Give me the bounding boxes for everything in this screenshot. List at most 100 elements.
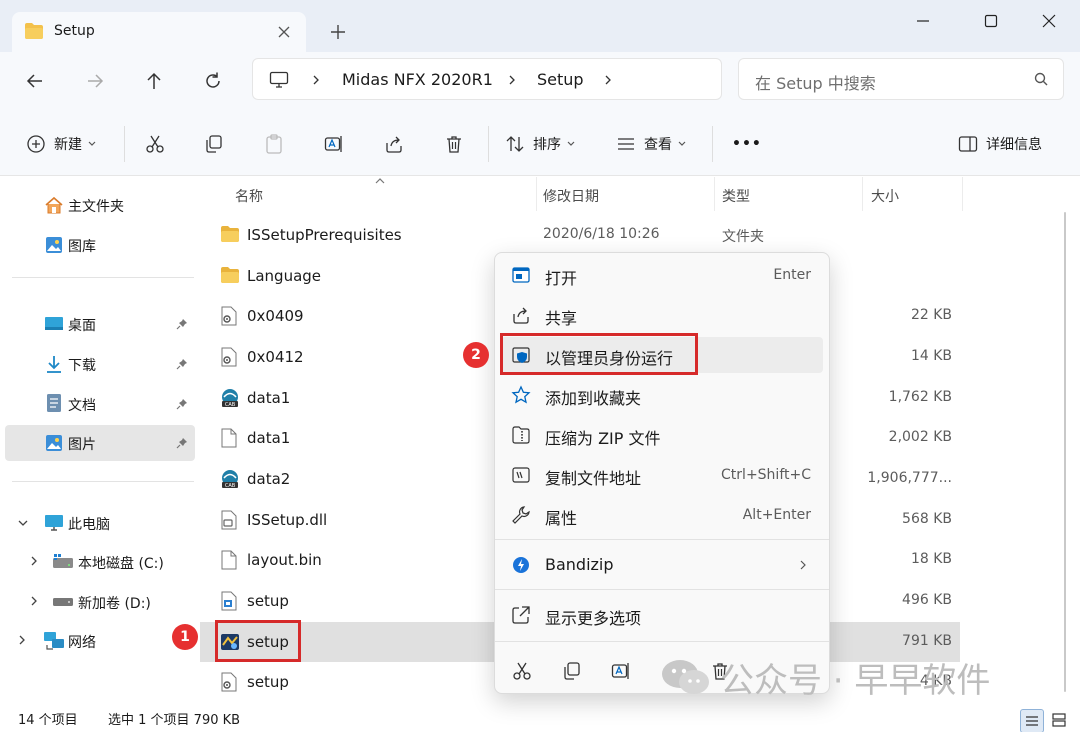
file-row[interactable]: ISSetupPrerequisites 2020/6/18 10:26 文件夹 — [200, 215, 960, 255]
copy-icon[interactable] — [562, 661, 582, 681]
file-name: ISSetupPrerequisites — [247, 226, 402, 244]
sidebar-item-local-disk[interactable]: 本地磁盘 (C:) — [0, 544, 196, 580]
sidebar-item-this-pc[interactable]: 此电脑 — [0, 505, 196, 541]
pin-icon[interactable] — [176, 437, 188, 449]
column-header-modified[interactable]: 修改日期 — [543, 186, 599, 206]
refresh-icon[interactable] — [198, 66, 228, 96]
menu-shortcut: Alt+Enter — [742, 507, 811, 523]
menu-label: 打开 — [545, 269, 578, 288]
pin-icon[interactable] — [176, 398, 188, 410]
minimize-icon[interactable] — [900, 6, 946, 36]
sidebar-item-pictures[interactable]: 图片 — [5, 425, 195, 461]
sidebar-label: 本地磁盘 (C:) — [78, 556, 164, 572]
open-external-icon — [511, 605, 531, 625]
sort-up-icon — [374, 177, 386, 185]
address-bar[interactable]: Midas NFX 2020R1 Setup — [252, 58, 722, 100]
paste-button[interactable] — [264, 130, 284, 158]
column-header-type[interactable]: 类型 — [722, 186, 750, 206]
up-arrow-icon[interactable] — [139, 66, 169, 96]
chevron-down-icon[interactable] — [18, 519, 28, 527]
chevron-right-icon[interactable] — [603, 74, 613, 86]
forward-arrow-icon[interactable] — [80, 66, 110, 96]
menu-item-properties[interactable]: 属性 Alt+Enter — [501, 497, 823, 533]
highlight-box-run-as-admin — [500, 333, 698, 375]
sidebar-divider — [12, 481, 194, 482]
file-explorer-window: Setup Midas NFX 2020R1 Setup 在 Setup 中搜索… — [0, 0, 1080, 732]
column-divider[interactable] — [714, 177, 715, 211]
cut-button[interactable] — [145, 130, 165, 158]
close-window-icon[interactable] — [1026, 6, 1072, 36]
sort-button[interactable]: 排序 — [505, 130, 575, 158]
tab-setup[interactable]: Setup — [12, 12, 306, 52]
delete-button[interactable] — [444, 130, 464, 158]
details-pane-button[interactable]: 详细信息 — [958, 130, 1042, 158]
new-tab-icon[interactable] — [326, 20, 350, 44]
sidebar-label: 图库 — [68, 239, 96, 255]
new-button[interactable]: 新建 — [26, 130, 96, 158]
sidebar-item-new-volume[interactable]: 新加卷 (D:) — [0, 584, 196, 620]
tiles-view-icon[interactable] — [1048, 709, 1072, 732]
share-button[interactable] — [384, 130, 404, 158]
pin-icon[interactable] — [176, 358, 188, 370]
sidebar-label: 主文件夹 — [68, 199, 124, 215]
chevron-right-icon[interactable] — [30, 596, 38, 606]
menu-item-copy-path[interactable]: 复制文件地址 Ctrl+Shift+C — [501, 457, 823, 493]
search-box[interactable]: 在 Setup 中搜索 — [738, 58, 1064, 100]
chevron-right-icon[interactable] — [18, 635, 26, 645]
pin-icon[interactable] — [176, 318, 188, 330]
file-name: data2 — [247, 470, 291, 488]
copy-path-icon — [511, 465, 531, 485]
toolbar-divider — [488, 126, 489, 162]
file-name: layout.bin — [247, 551, 322, 569]
scissors-icon[interactable] — [512, 661, 532, 681]
scrollbar[interactable] — [1062, 212, 1068, 692]
menu-item-bandizip[interactable]: Bandizip — [501, 547, 823, 583]
pictures-icon — [44, 433, 64, 453]
menu-item-share[interactable]: 共享 — [501, 297, 823, 333]
chevron-right-icon[interactable] — [311, 74, 321, 86]
menu-label: 添加到收藏夹 — [545, 389, 642, 408]
breadcrumb-midas[interactable]: Midas NFX 2020R1 — [342, 70, 493, 89]
sidebar-label: 网络 — [68, 635, 96, 651]
chevron-right-icon[interactable] — [30, 556, 38, 566]
step-badge-2: 2 — [463, 342, 489, 368]
menu-label: 共享 — [545, 309, 578, 328]
column-divider[interactable] — [862, 177, 863, 211]
menu-divider — [495, 641, 829, 642]
more-options-button[interactable]: ••• — [732, 130, 762, 158]
back-arrow-icon[interactable] — [20, 66, 50, 96]
network-icon — [43, 631, 65, 651]
folder-icon — [24, 22, 44, 40]
sidebar-item-documents[interactable]: 文档 — [0, 386, 196, 422]
menu-item-more-options[interactable]: 显示更多选项 — [501, 597, 823, 633]
sidebar-label: 文档 — [68, 398, 96, 414]
settings-file-icon — [220, 347, 238, 367]
rename-button[interactable] — [324, 130, 344, 158]
svg-text:CAB: CAB — [225, 483, 236, 489]
file-size: 1,906,777... — [867, 470, 952, 486]
sidebar-item-network[interactable]: 网络 — [0, 623, 196, 659]
column-divider[interactable] — [536, 177, 537, 211]
menu-label: 显示更多选项 — [545, 609, 642, 628]
breadcrumb-setup[interactable]: Setup — [537, 70, 584, 89]
menu-item-compress-zip[interactable]: 压缩为 ZIP 文件 — [501, 417, 823, 453]
chevron-right-icon — [799, 559, 807, 571]
tab-close-icon[interactable] — [274, 22, 294, 42]
rename-icon[interactable] — [611, 661, 631, 681]
chevron-right-icon[interactable] — [507, 74, 517, 86]
copy-button[interactable] — [204, 130, 224, 158]
view-button[interactable]: 查看 — [616, 130, 686, 158]
sidebar-item-home[interactable]: 主文件夹 — [0, 187, 196, 223]
sidebar-item-gallery[interactable]: 图库 — [0, 227, 196, 263]
share-icon — [511, 305, 531, 325]
sidebar-label: 新加卷 (D:) — [78, 596, 151, 612]
menu-item-add-favorites[interactable]: 添加到收藏夹 — [501, 377, 823, 413]
sidebar-item-desktop[interactable]: 桌面 — [0, 306, 196, 342]
column-header-size[interactable]: 大小 — [871, 186, 899, 206]
details-view-icon[interactable] — [1020, 709, 1044, 732]
menu-item-open[interactable]: 打开 Enter — [501, 257, 823, 293]
column-divider[interactable] — [962, 177, 963, 211]
sidebar-item-downloads[interactable]: 下载 — [0, 346, 196, 382]
column-header-name[interactable]: 名称 — [235, 186, 263, 206]
maximize-icon[interactable] — [968, 6, 1014, 36]
